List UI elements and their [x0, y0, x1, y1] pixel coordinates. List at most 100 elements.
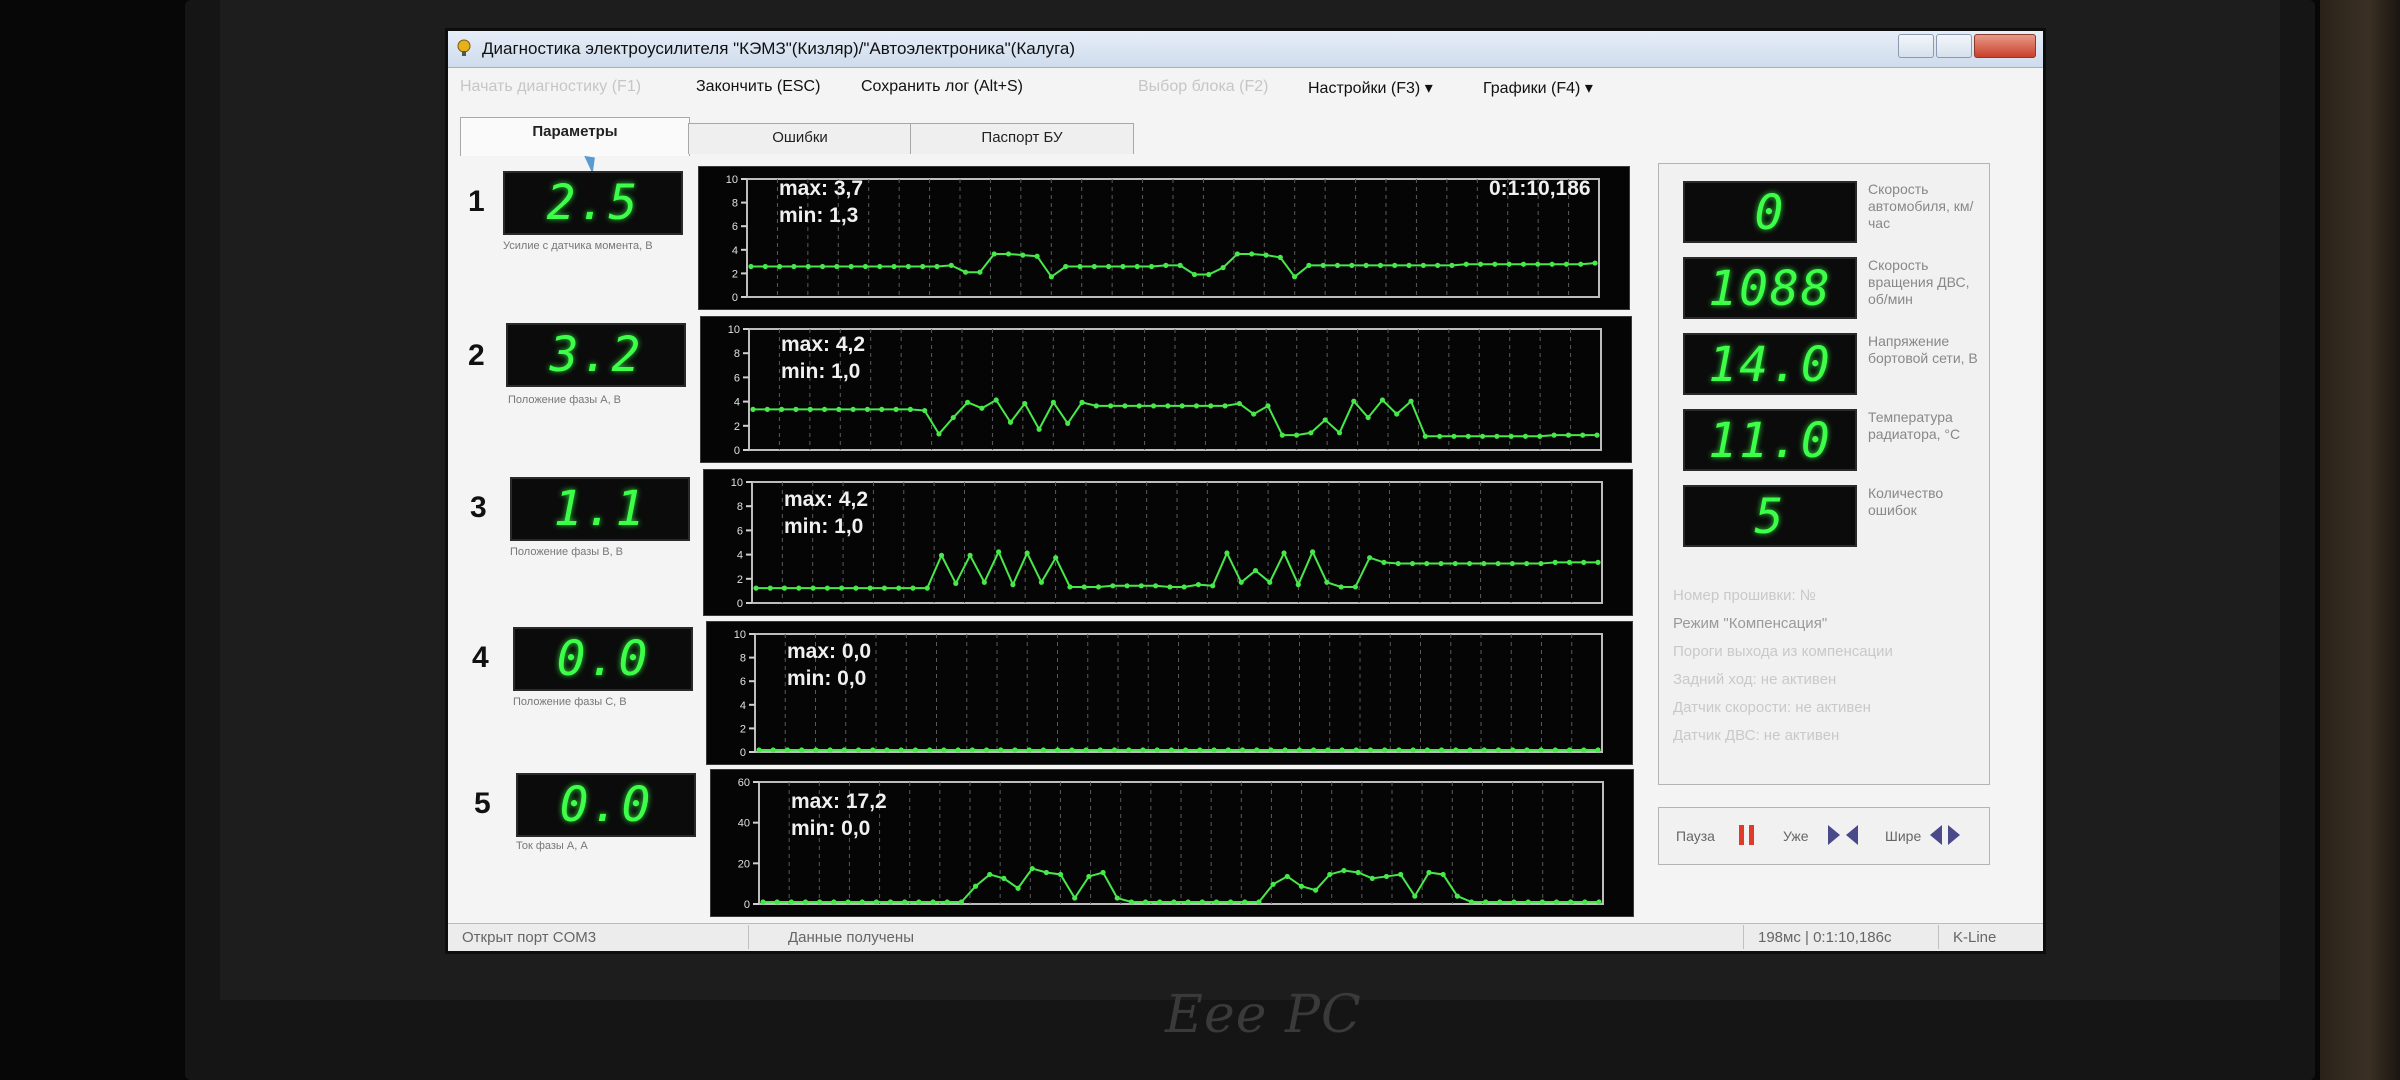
- data-point: [855, 747, 862, 753]
- menu-graphs[interactable]: Графики (F4) ▾: [1483, 78, 1593, 98]
- menu-start-diagnostics[interactable]: Начать диагностику (F1): [460, 78, 641, 96]
- data-point: [1108, 403, 1114, 409]
- data-point: [1309, 549, 1316, 555]
- tab-parameters[interactable]: Параметры: [460, 117, 690, 156]
- data-point: [964, 399, 971, 405]
- pause-icon[interactable]: [1736, 823, 1758, 847]
- data-point: [1026, 747, 1032, 753]
- data-point: [1191, 271, 1198, 278]
- data-point: [1551, 432, 1557, 438]
- graph-min-label: min: 1,3: [779, 204, 859, 227]
- minimize-button[interactable]: [1898, 34, 1934, 58]
- data-point: [781, 585, 788, 591]
- y-tick-label: 8: [734, 348, 740, 360]
- menu-finish[interactable]: Закончить (ESC): [696, 78, 820, 96]
- data-point: [1595, 747, 1601, 753]
- narrower-icon[interactable]: [1826, 823, 1860, 847]
- data-point: [1553, 899, 1560, 905]
- app-icon: [457, 39, 471, 56]
- side-label: Скорость вращения ДВС, об/мин: [1868, 257, 1970, 307]
- data-point: [1114, 895, 1120, 901]
- data-point: [1506, 261, 1512, 267]
- param-graph: 10 8 6 4 2 0 max: 3,7 min: 1,3 0:1:10,186: [698, 166, 1630, 310]
- data-point: [1538, 560, 1544, 567]
- data-point: [1339, 747, 1345, 753]
- data-point: [1040, 747, 1047, 753]
- data-point: [1043, 869, 1049, 876]
- data-point: [1281, 550, 1287, 556]
- data-point: [1367, 747, 1374, 753]
- data-point: [784, 747, 791, 753]
- y-tick-label: 4: [737, 550, 743, 562]
- data-point: [1355, 869, 1361, 876]
- data-point: [1095, 584, 1102, 590]
- chevron-down-icon: ▾: [1424, 80, 1433, 97]
- graph-max-label: max: 4,2: [784, 488, 869, 511]
- data-point: [981, 579, 987, 585]
- data-point: [1069, 747, 1075, 753]
- narrower-label[interactable]: Уже: [1783, 828, 1809, 844]
- menu-graphs-label: Графики (F4): [1483, 80, 1581, 97]
- data-point: [802, 899, 809, 905]
- data-point: [1097, 747, 1103, 753]
- data-point: [848, 263, 854, 270]
- menu-settings[interactable]: Настройки (F3) ▾: [1308, 78, 1433, 98]
- data-point: [1224, 550, 1230, 556]
- menu-select-block[interactable]: Выбор блока (F2): [1138, 78, 1268, 96]
- data-point: [934, 263, 940, 270]
- data-point: [1265, 403, 1271, 409]
- tab-errors[interactable]: Ошибки: [688, 123, 912, 154]
- data-point: [1468, 899, 1475, 905]
- param-graph: 10 8 6 4 2 0 max: 4,2 min: 1,0: [703, 469, 1633, 616]
- data-point: [1313, 887, 1319, 893]
- data-point: [1197, 747, 1203, 753]
- tab-ecu-passport[interactable]: Паспорт БУ: [910, 123, 1134, 154]
- data-point: [1291, 274, 1298, 280]
- wider-icon[interactable]: [1928, 823, 1962, 847]
- data-point: [1535, 261, 1541, 267]
- data-point: [977, 269, 983, 275]
- data-point: [1106, 263, 1112, 270]
- data-point: [1479, 433, 1486, 439]
- data-point: [1254, 747, 1260, 753]
- pause-label[interactable]: Пауза: [1676, 828, 1715, 844]
- data-point: [1508, 433, 1514, 439]
- data-point: [1369, 875, 1375, 881]
- param-graph: 60 40 20 0 max: 17,2 min: 0,0: [710, 769, 1634, 917]
- data-point: [1483, 899, 1489, 905]
- data-point: [793, 406, 799, 412]
- data-point: [1048, 274, 1055, 280]
- data-point: [1510, 747, 1516, 753]
- data-point: [1396, 747, 1402, 753]
- y-tick-label: 0: [732, 292, 738, 304]
- data-point: [1353, 747, 1359, 753]
- menu-save-log[interactable]: Сохранить лог (Alt+S): [861, 78, 1023, 96]
- data-point: [1295, 582, 1301, 588]
- data-point: [770, 747, 776, 753]
- data-point: [1055, 747, 1061, 753]
- data-point: [836, 406, 842, 412]
- data-point: [1581, 559, 1587, 565]
- maximize-button[interactable]: [1936, 34, 1972, 58]
- status-line: Датчик скорости: не активен: [1673, 699, 1871, 716]
- data-point: [1293, 432, 1300, 438]
- data-point: [1435, 262, 1441, 268]
- data-point: [1296, 747, 1302, 753]
- data-point: [1465, 433, 1471, 439]
- data-point: [1138, 583, 1144, 589]
- data-point: [821, 406, 828, 412]
- data-point: [1165, 403, 1171, 409]
- data-point: [1549, 261, 1555, 267]
- data-point: [910, 585, 916, 591]
- data-point: [834, 263, 840, 270]
- data-point: [1053, 555, 1059, 561]
- wider-label[interactable]: Шире: [1885, 828, 1921, 844]
- data-point: [1252, 567, 1259, 574]
- param-number: 5: [474, 787, 491, 820]
- close-button[interactable]: [1974, 34, 2036, 58]
- side-label: Температура радиатора, °С: [1868, 409, 1961, 442]
- data-point: [1568, 899, 1574, 905]
- data-point: [1298, 883, 1305, 889]
- menu-settings-label: Настройки (F3): [1308, 80, 1421, 97]
- data-point: [1284, 873, 1290, 880]
